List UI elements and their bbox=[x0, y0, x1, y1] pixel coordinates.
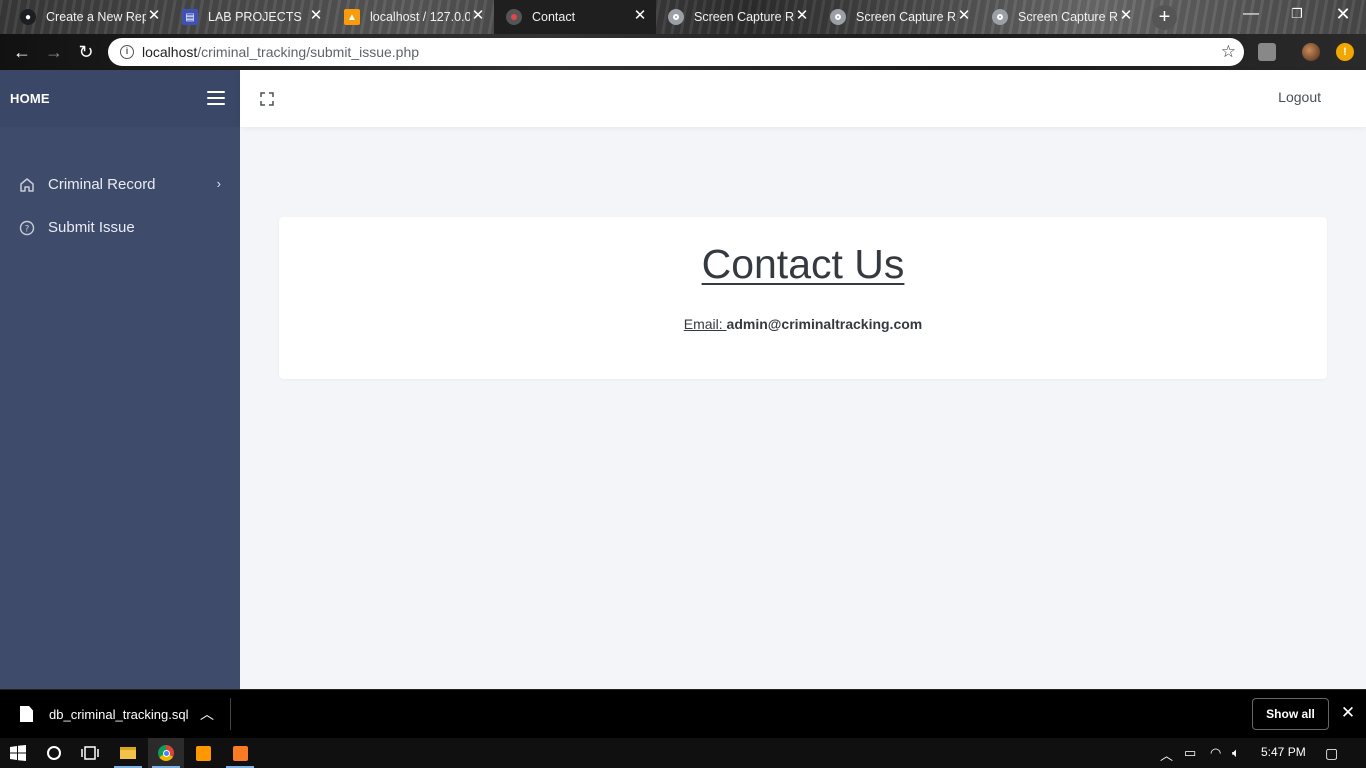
contact-card: Contact Us Email: admin@criminaltracking… bbox=[279, 217, 1327, 379]
task-view-icon[interactable] bbox=[72, 738, 108, 768]
reload-icon[interactable]: ↻ bbox=[74, 40, 98, 64]
minimize-icon[interactable]: — bbox=[1228, 0, 1274, 30]
browser-tab[interactable]: Screen Capture Re ✕ bbox=[980, 0, 1142, 34]
windows-start-icon[interactable] bbox=[0, 738, 36, 768]
show-all-button[interactable]: Show all bbox=[1252, 698, 1329, 730]
profile-avatar[interactable] bbox=[1302, 43, 1320, 61]
close-downloads-icon[interactable]: ✕ bbox=[1339, 703, 1357, 723]
chevron-right-icon: › bbox=[216, 176, 221, 191]
update-alert-icon[interactable]: ! bbox=[1336, 43, 1354, 61]
download-item[interactable]: db_criminal_tracking.sql bbox=[20, 706, 188, 722]
close-tab-icon[interactable]: ✕ bbox=[308, 8, 324, 24]
chevron-up-icon[interactable]: ︿ bbox=[1160, 745, 1173, 764]
site-icon bbox=[506, 9, 522, 25]
close-tab-icon[interactable]: ✕ bbox=[794, 8, 810, 24]
tab-title: Contact bbox=[532, 10, 576, 24]
browser-tab[interactable]: ▲ localhost / 127.0.0 ✕ bbox=[332, 0, 494, 34]
page-content: HOME Criminal Record › ? Submit Issue Lo… bbox=[0, 70, 1366, 689]
sidebar-menu: Criminal Record › ? Submit Issue bbox=[0, 127, 240, 249]
top-bar: Logout bbox=[240, 70, 1366, 127]
wifi-icon[interactable]: ◠ bbox=[1210, 745, 1221, 761]
email-label: Email: bbox=[683, 316, 727, 332]
divider bbox=[230, 698, 231, 730]
layout-icon: ▤ bbox=[182, 9, 198, 25]
address-bar[interactable]: i localhost/criminal_tracking/submit_iss… bbox=[108, 38, 1244, 66]
browser-tab[interactable]: Screen Capture Re ✕ bbox=[656, 0, 818, 34]
close-tab-icon[interactable]: ✕ bbox=[956, 8, 972, 24]
github-icon: ● bbox=[20, 9, 36, 25]
download-file-name: db_criminal_tracking.sql bbox=[49, 706, 189, 722]
xampp-icon[interactable] bbox=[222, 738, 258, 768]
browser-tab[interactable]: ▤ LAB PROJECTS ✕ bbox=[170, 0, 332, 34]
battery-icon[interactable]: ▭ bbox=[1184, 745, 1196, 761]
restore-icon[interactable]: ❐ bbox=[1274, 0, 1320, 30]
home-icon bbox=[19, 177, 35, 193]
logout-link[interactable]: Logout bbox=[1278, 89, 1321, 105]
url-path: /criminal_tracking/submit_issue.php bbox=[197, 44, 420, 60]
browser-tab[interactable]: Screen Capture Re ✕ bbox=[818, 0, 980, 34]
clock[interactable]: 5:47 PM bbox=[1261, 745, 1306, 759]
camera-icon bbox=[830, 9, 846, 25]
cortana-search-icon[interactable] bbox=[36, 738, 72, 768]
new-tab-button[interactable]: + bbox=[1152, 5, 1177, 30]
sidebar-item-submit-issue[interactable]: ? Submit Issue bbox=[0, 206, 240, 249]
notification-icon[interactable]: ▢ bbox=[1325, 745, 1338, 762]
chevron-up-icon[interactable]: ︿ bbox=[200, 704, 214, 724]
tab-title: Screen Capture Re bbox=[694, 10, 794, 24]
chrome-icon[interactable] bbox=[148, 738, 184, 768]
camera-icon bbox=[668, 9, 684, 25]
sidebar-item-criminal-record[interactable]: Criminal Record › bbox=[0, 163, 240, 206]
windows-taskbar: ︿ ▭ ◠ 🔈︎ 5:47 PM ▢ bbox=[0, 738, 1366, 768]
downloads-bar: db_criminal_tracking.sql ︿ Show all ✕ bbox=[0, 689, 1366, 737]
email-line: Email: admin@criminaltracking.com bbox=[279, 316, 1327, 332]
browser-tab-strip: ● Create a New Repo ✕ ▤ LAB PROJECTS ✕ ▲… bbox=[0, 0, 1366, 34]
tab-title: Screen Capture Re bbox=[1018, 10, 1118, 24]
sublime-text-icon[interactable] bbox=[185, 738, 221, 768]
tab-title: Create a New Repo bbox=[46, 10, 146, 24]
file-explorer-icon[interactable] bbox=[110, 738, 146, 768]
tab-title: LAB PROJECTS bbox=[208, 10, 302, 24]
help-circle-icon: ? bbox=[19, 220, 35, 236]
forward-arrow-icon[interactable]: → bbox=[42, 40, 66, 64]
close-tab-icon[interactable]: ✕ bbox=[1118, 8, 1134, 24]
url-host: localhost bbox=[142, 44, 198, 60]
sidebar-header: HOME bbox=[0, 70, 240, 127]
browser-tab[interactable]: ● Create a New Repo ✕ bbox=[8, 0, 170, 34]
browser-toolbar: ← → ↻ i localhost/criminal_tracking/subm… bbox=[0, 34, 1366, 70]
sidebar-item-label: Submit Issue bbox=[48, 219, 135, 236]
info-icon[interactable]: i bbox=[120, 45, 134, 59]
close-tab-icon[interactable]: ✕ bbox=[146, 8, 162, 24]
close-window-icon[interactable]: ✕ bbox=[1320, 0, 1366, 30]
close-tab-icon[interactable]: ✕ bbox=[470, 8, 486, 24]
hamburger-menu-icon[interactable] bbox=[207, 91, 225, 105]
tab-title: Screen Capture Re bbox=[856, 10, 956, 24]
svg-text:?: ? bbox=[25, 224, 30, 234]
tab-title: localhost / 127.0.0 bbox=[370, 10, 470, 24]
volume-icon[interactable]: 🔈︎ bbox=[1232, 745, 1240, 761]
page-title: Contact Us bbox=[701, 241, 905, 287]
bookmark-star-icon[interactable]: ☆ bbox=[1221, 42, 1236, 62]
close-tab-icon[interactable]: ✕ bbox=[632, 8, 648, 24]
email-value: admin@criminaltracking.com bbox=[726, 316, 923, 332]
back-arrow-icon[interactable]: ← bbox=[10, 40, 34, 64]
fullscreen-icon[interactable] bbox=[260, 92, 274, 106]
sidebar-item-label: Criminal Record bbox=[48, 176, 156, 193]
sidebar: HOME Criminal Record › ? Submit Issue bbox=[0, 70, 240, 689]
camera-icon bbox=[992, 9, 1008, 25]
browser-tab-active[interactable]: Contact ✕ bbox=[494, 0, 656, 34]
brand-link[interactable]: HOME bbox=[10, 91, 50, 106]
camera-extension-icon[interactable] bbox=[1258, 43, 1276, 61]
file-icon bbox=[20, 706, 33, 722]
phpmyadmin-icon: ▲ bbox=[344, 9, 360, 25]
